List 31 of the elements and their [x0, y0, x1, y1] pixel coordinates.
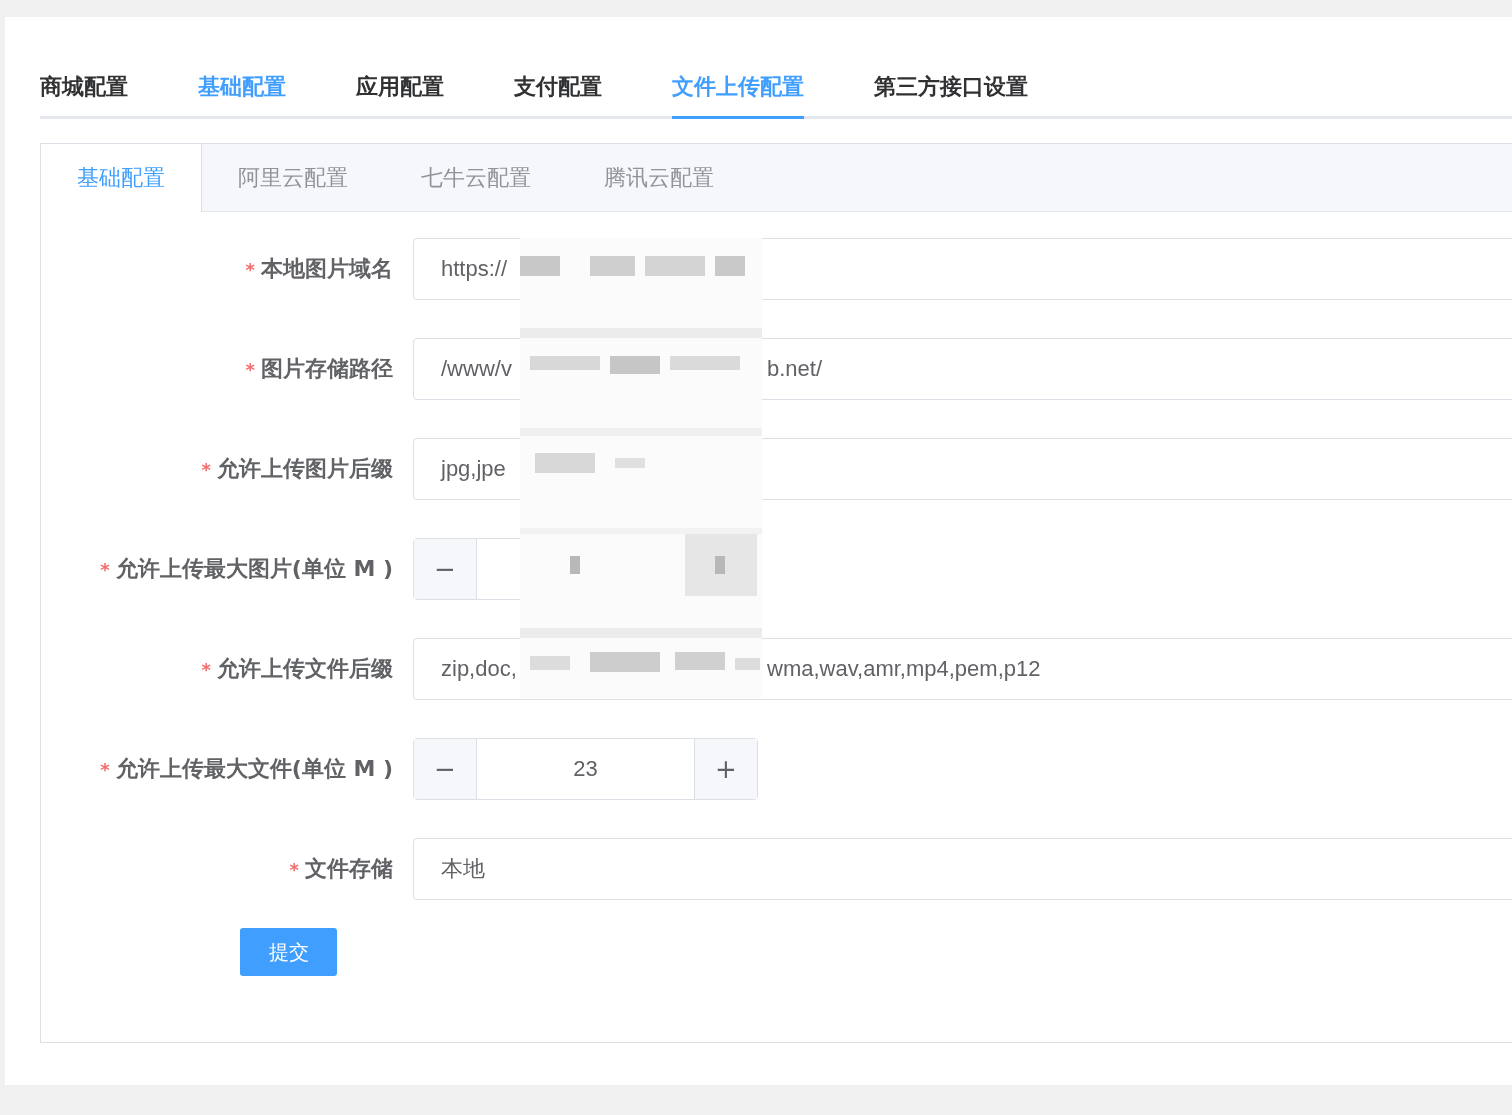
- tab[interactable]: 支付配置: [514, 72, 602, 119]
- tab[interactable]: 应用配置: [356, 72, 444, 119]
- plus-button[interactable]: +: [694, 739, 757, 799]
- required-mark: *: [245, 358, 255, 380]
- field-label: 本地图片域名: [261, 255, 393, 283]
- field-label: 图片存储路径: [261, 355, 393, 383]
- input-field[interactable]: 本地: [413, 838, 1512, 900]
- required-mark: *: [201, 658, 211, 680]
- field-label: 允许上传最大图片(单位 M ): [115, 555, 393, 583]
- required-mark: *: [100, 758, 110, 780]
- tab[interactable]: 第三方接口设置: [874, 72, 1028, 119]
- field-value: jpg,jpe: [441, 456, 507, 482]
- minus-button[interactable]: −: [414, 739, 477, 799]
- field-label: 允许上传文件后缀: [217, 655, 393, 683]
- field-value: b.net/: [767, 356, 823, 382]
- required-mark: *: [100, 558, 110, 580]
- tab[interactable]: 商城配置: [40, 72, 128, 119]
- field-value: wma,wav,amr,mp4,pem,p12: [767, 656, 1041, 682]
- field-label: 允许上传图片后缀: [217, 455, 393, 483]
- field-value: /www/v: [441, 356, 513, 382]
- number-stepper[interactable]: − 23 +: [413, 738, 758, 800]
- field-label: 文件存储: [305, 855, 393, 883]
- field-label: 允许上传最大文件(单位 M ): [115, 755, 393, 783]
- field-value: zip,doc,: [441, 656, 518, 682]
- required-mark: *: [289, 858, 299, 880]
- required-mark: *: [201, 458, 211, 480]
- field-value: https://: [441, 256, 509, 282]
- required-mark: *: [245, 258, 255, 280]
- field-value: 23: [573, 756, 598, 782]
- field-value: 本地: [441, 855, 486, 883]
- minus-button[interactable]: −: [414, 539, 477, 599]
